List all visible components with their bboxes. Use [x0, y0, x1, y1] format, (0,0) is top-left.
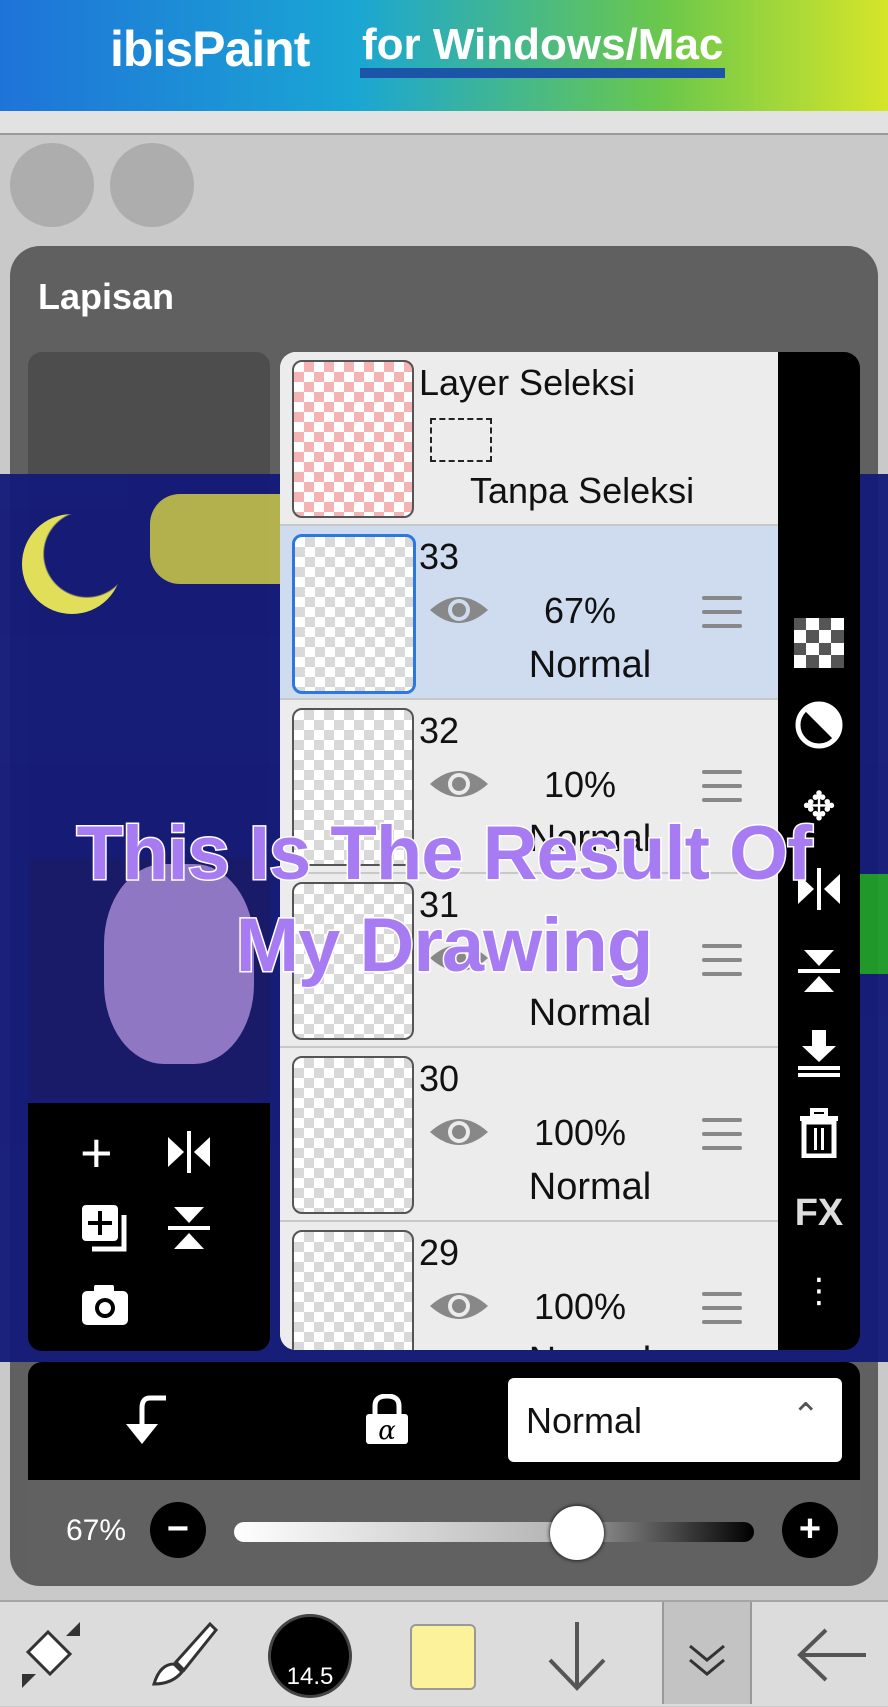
eye-icon[interactable] [428, 1286, 490, 1326]
decrease-opacity-button[interactable]: − [150, 1502, 206, 1558]
layer-button[interactable] [662, 1602, 752, 1704]
layer-row[interactable]: 29 100% Normal [280, 1222, 778, 1350]
more-icon[interactable]: ⋮ [794, 1266, 844, 1316]
duplicate-layer-icon[interactable] [80, 1203, 130, 1258]
layer-thumbnail [292, 1230, 414, 1350]
eye-icon[interactable] [428, 590, 490, 630]
layer-number: 29 [419, 1232, 460, 1273]
caption-line-2: My Drawing [234, 902, 655, 990]
transform-eraser-icon[interactable] [8, 1612, 94, 1698]
fx-button[interactable]: FX [794, 1188, 844, 1238]
drag-handle-icon[interactable] [702, 596, 742, 628]
preview-tools: + [28, 1103, 270, 1351]
layer-opacity: 100% [533, 1112, 627, 1153]
back-arrow-icon[interactable] [790, 1612, 876, 1698]
selection-layer-title: Layer Seleksi [419, 362, 636, 403]
app-banner: ibisPaint for Windows/Mac [0, 0, 888, 111]
layer-blend-mode: Normal [528, 992, 652, 1034]
opacity-label: 67% [66, 1514, 127, 1547]
eye-icon[interactable] [428, 1112, 490, 1152]
add-layer-icon[interactable]: + [80, 1125, 113, 1181]
blend-mode-value: Normal [526, 1400, 643, 1441]
drag-handle-icon[interactable] [702, 1292, 742, 1324]
trash-icon[interactable] [794, 1108, 844, 1159]
menu-button[interactable] [10, 143, 94, 227]
layer-row[interactable]: 33 67% Normal [280, 526, 778, 700]
brush-size-button[interactable]: 14.5 [268, 1614, 352, 1698]
flip-horizontal-icon[interactable] [164, 1129, 214, 1180]
layer-blend-mode: Normal [450, 1340, 730, 1350]
arrow-down-icon[interactable] [534, 1612, 620, 1698]
blend-mode-select[interactable]: Normal ⌃ [508, 1378, 842, 1462]
layer-options-bar: α Normal ⌃ [28, 1362, 860, 1480]
merge-down-icon[interactable] [794, 1028, 844, 1078]
brush-size-value: 14.5 [286, 1663, 334, 1690]
half-circle-icon[interactable] [794, 700, 844, 750]
color-swatch[interactable] [410, 1624, 476, 1690]
alpha-lock-icon[interactable]: α [364, 1393, 410, 1451]
layer-thumbnail [292, 1056, 414, 1214]
selection-icon [430, 418, 492, 462]
brush-tool-icon[interactable] [140, 1612, 226, 1698]
layer-opacity: 10% [543, 764, 617, 805]
layer-blend-mode: Normal [528, 1166, 652, 1208]
layer-number: 33 [419, 536, 460, 577]
layer-thumbnail [292, 534, 416, 694]
opacity-slider-track[interactable] [234, 1522, 754, 1542]
selection-layer-row[interactable]: Layer Seleksi Tanpa Seleksi [280, 352, 778, 526]
camera-icon[interactable] [80, 1283, 130, 1332]
clip-arrow-icon[interactable] [122, 1394, 172, 1451]
chevron-up-icon: ⌃ [791, 1397, 821, 1435]
moon-shape [22, 514, 122, 614]
flip-vertical-icon[interactable] [164, 1203, 214, 1258]
top-divider [0, 111, 888, 135]
layer-blend-mode: Normal [528, 644, 652, 686]
opacity-slider-bar: 67% − + [28, 1480, 860, 1584]
eye-icon[interactable] [428, 764, 490, 804]
layer-number: 30 [419, 1058, 460, 1099]
panel-title: Lapisan [38, 276, 175, 317]
drag-handle-icon[interactable] [702, 1118, 742, 1150]
banner-tagline: for Windows/Mac [360, 22, 726, 78]
layer-opacity: 67% [543, 590, 617, 631]
layer-opacity: 100% [533, 1286, 627, 1327]
brand-name: ibisPaint [110, 21, 310, 77]
caption-line-1: This Is The Result Of [75, 810, 814, 898]
checker-icon[interactable] [794, 618, 844, 668]
settings-button[interactable] [110, 143, 194, 227]
selection-status: Tanpa Seleksi [470, 470, 695, 511]
video-caption: This Is The Result Of My Drawing [0, 808, 888, 992]
increase-opacity-button[interactable]: + [782, 1502, 838, 1558]
layer-row[interactable]: 30 100% Normal [280, 1048, 778, 1222]
drag-handle-icon[interactable] [702, 770, 742, 802]
layer-number: 32 [419, 710, 460, 751]
bottom-toolbar: 14.5 [0, 1600, 888, 1706]
opacity-slider-handle[interactable] [550, 1506, 604, 1560]
selection-layer-thumbnail [292, 360, 414, 518]
svg-text:α: α [378, 1416, 396, 1446]
